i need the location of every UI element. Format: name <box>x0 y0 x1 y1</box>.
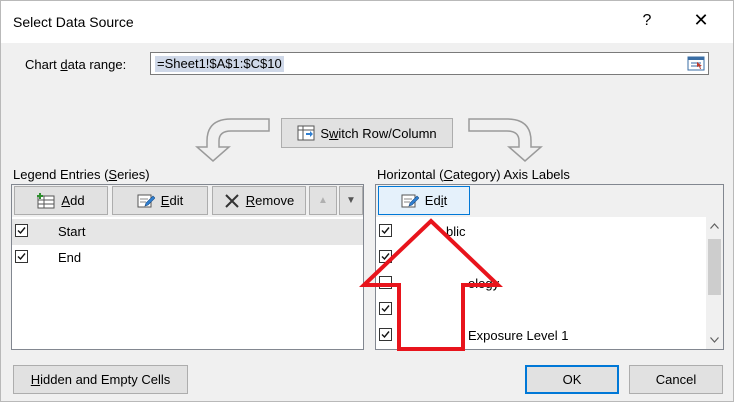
series-label: Start <box>58 224 86 239</box>
hidden-and-empty-cells-label: Hidden and Empty Cells <box>30 372 171 387</box>
category-checkbox[interactable] <box>379 250 392 263</box>
series-checkbox[interactable] <box>15 250 28 263</box>
add-series-button[interactable]: Add <box>14 186 108 215</box>
scroll-up-icon[interactable] <box>710 223 719 229</box>
list-item[interactable]: Start <box>12 219 363 245</box>
scrollbar-thumb[interactable] <box>708 239 721 295</box>
dialog-title: Select Data Source <box>13 14 134 30</box>
remove-series-button[interactable]: Remove <box>212 186 306 215</box>
category-checkbox[interactable] <box>379 302 392 315</box>
category-checkbox[interactable] <box>379 224 392 237</box>
axis-labels-panel: Edit blic ology Exposure Level 1 <box>375 184 724 350</box>
legend-entries-panel: Add Edit Remove ▲ ▼ Start End <box>11 184 364 350</box>
add-series-label: Add <box>61 193 85 208</box>
edit-axis-labels-label: Edit <box>424 193 448 208</box>
axis-labels-scrollbar[interactable] <box>706 217 723 349</box>
remove-x-icon <box>224 193 240 209</box>
chart-data-range-label: Chart data range: <box>25 57 127 72</box>
category-checkbox[interactable] <box>379 328 392 341</box>
list-item[interactable]: End <box>12 245 363 271</box>
series-checkbox[interactable] <box>15 224 28 237</box>
move-up-button[interactable]: ▲ <box>309 186 337 215</box>
axis-toolbar: Edit <box>376 185 723 217</box>
range-collapse-icon[interactable] <box>687 55 705 72</box>
switch-left-arrow-icon <box>195 118 270 162</box>
add-series-icon <box>37 192 55 209</box>
hidden-and-empty-cells-button[interactable]: Hidden and Empty Cells <box>13 365 188 394</box>
title-bar: Select Data Source ? ✕ <box>1 1 733 43</box>
switch-right-arrow-icon <box>468 118 543 162</box>
list-item[interactable]: ology <box>376 271 723 297</box>
chart-data-range-input[interactable]: =Sheet1!$A$1:$C$10 <box>150 52 709 75</box>
switch-row-column-button[interactable]: Switch Row/Column <box>281 118 453 148</box>
edit-series-label: Edit <box>160 193 184 208</box>
list-item[interactable]: blic <box>376 219 723 245</box>
axis-labels-heading: Horizontal (Category) Axis Labels <box>377 167 570 182</box>
cancel-button[interactable]: Cancel <box>629 365 723 394</box>
category-label: Exposure Level 1 <box>468 328 569 343</box>
edit-pencil-icon <box>401 193 419 209</box>
list-item[interactable] <box>376 245 723 271</box>
legend-entries-heading: Legend Entries (Series) <box>13 167 150 182</box>
move-up-icon: ▲ <box>318 195 328 206</box>
cancel-label: Cancel <box>655 372 697 387</box>
series-label: End <box>58 250 82 265</box>
category-checkbox[interactable] <box>379 276 392 289</box>
category-label: blic <box>446 224 466 239</box>
help-icon[interactable]: ? <box>639 12 655 30</box>
edit-axis-labels-button[interactable]: Edit <box>378 186 470 215</box>
switch-row-column-label: Switch Row/Column <box>320 125 437 141</box>
list-item[interactable] <box>376 297 723 323</box>
move-down-icon: ▼ <box>346 195 356 206</box>
select-data-source-dialog: Select Data Source ? ✕ Chart data range:… <box>0 0 734 402</box>
scroll-down-icon[interactable] <box>710 337 719 343</box>
category-label: ology <box>468 276 500 291</box>
legend-toolbar: Add Edit Remove ▲ ▼ <box>12 185 363 217</box>
edit-pencil-icon <box>137 193 155 209</box>
list-item[interactable]: Exposure Level 1 <box>376 323 723 349</box>
chart-data-range-value: =Sheet1!$A$1:$C$10 <box>155 56 284 72</box>
ok-button[interactable]: OK <box>525 365 619 394</box>
move-down-button[interactable]: ▼ <box>339 186 363 215</box>
remove-series-label: Remove <box>245 193 295 208</box>
edit-series-button[interactable]: Edit <box>112 186 208 215</box>
switch-row-column-icon <box>297 125 315 141</box>
close-icon[interactable]: ✕ <box>691 10 711 31</box>
ok-label: OK <box>562 372 582 387</box>
